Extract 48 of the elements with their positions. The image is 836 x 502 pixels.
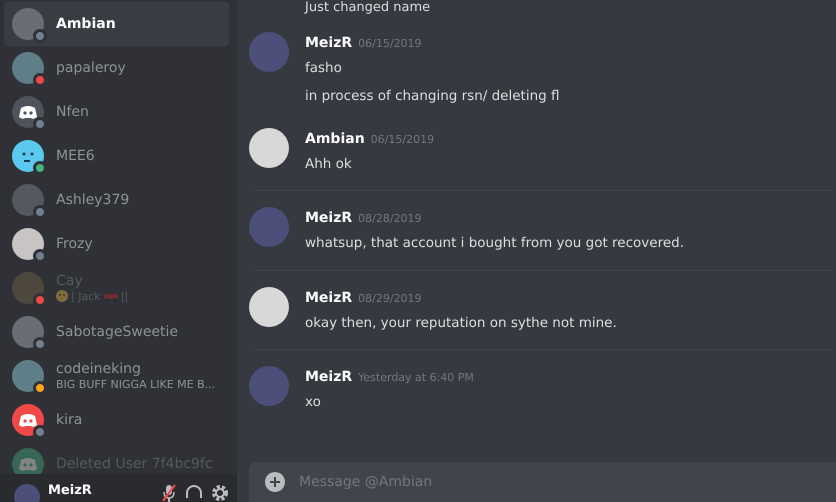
message-text: xo xyxy=(305,392,322,412)
message-text: in process of changing rsn/ deleting fl xyxy=(305,86,560,106)
author-name[interactable]: MeizR xyxy=(305,34,352,51)
status-text: BIG BUFF NIGGA LIKE ME B... xyxy=(56,378,216,391)
username: Nfen xyxy=(56,104,89,120)
avatar-photo xyxy=(249,128,289,168)
avatar-photo xyxy=(249,286,289,327)
message-text: whatsup, that account i bought from you got recovered. xyxy=(305,234,684,254)
author-name[interactable]: MeizR xyxy=(305,210,352,226)
timestamp: 08/29/2019 xyxy=(358,292,422,305)
smiley-icon xyxy=(56,290,68,302)
message-text: okay then, your reputation on sythe not mine. xyxy=(305,314,617,333)
mic-icon[interactable] xyxy=(161,484,177,502)
message-text: fasho xyxy=(305,58,343,78)
username: papaleroy xyxy=(56,60,126,76)
username: Ambian xyxy=(56,16,116,32)
dm-item[interactable]: kira xyxy=(4,398,229,442)
message-text: Ahh ok xyxy=(305,155,353,174)
username: SabotageSweetie xyxy=(56,324,178,340)
timestamp: 08/28/2019 xyxy=(358,212,422,226)
dm-item[interactable]: Ashley379 xyxy=(4,178,229,222)
username: codeineking xyxy=(56,361,142,378)
dm-item[interactable]: codeineking BIG BUFF NIGGA LIKE ME B... xyxy=(4,354,229,398)
message-text: Just changed name xyxy=(305,0,432,16)
username: kira xyxy=(56,412,82,428)
timestamp: Yesterday at 6:40 PM xyxy=(358,370,474,384)
car-icon xyxy=(104,292,118,301)
avatar-photo xyxy=(249,366,289,406)
username: MEE6 xyxy=(56,148,95,164)
timestamp: 06/15/2019 xyxy=(358,36,422,50)
status-text: || xyxy=(120,290,128,303)
add-icon[interactable] xyxy=(265,472,285,492)
author-name[interactable]: MeizR xyxy=(305,368,352,385)
author-name[interactable]: MeizR xyxy=(305,290,352,306)
avatar-photo xyxy=(249,32,289,72)
username: Frozy xyxy=(56,236,93,252)
settings-icon[interactable] xyxy=(211,484,229,502)
dm-item[interactable]: SabotageSweetie xyxy=(4,310,229,354)
timestamp: 06/15/2019 xyxy=(370,133,434,146)
dm-item[interactable]: Frozy xyxy=(4,222,229,266)
dm-item[interactable]: Nfen xyxy=(4,90,229,134)
avatar-photo xyxy=(249,207,289,248)
author-name[interactable]: Ambian xyxy=(305,131,365,148)
username: Ashley379 xyxy=(56,192,130,208)
username: MeizR xyxy=(48,484,93,497)
dm-item[interactable]: papaleroy xyxy=(4,46,229,90)
dm-item[interactable]: Ambian xyxy=(4,2,229,46)
dm-item[interactable]: MEE6 xyxy=(4,134,229,178)
